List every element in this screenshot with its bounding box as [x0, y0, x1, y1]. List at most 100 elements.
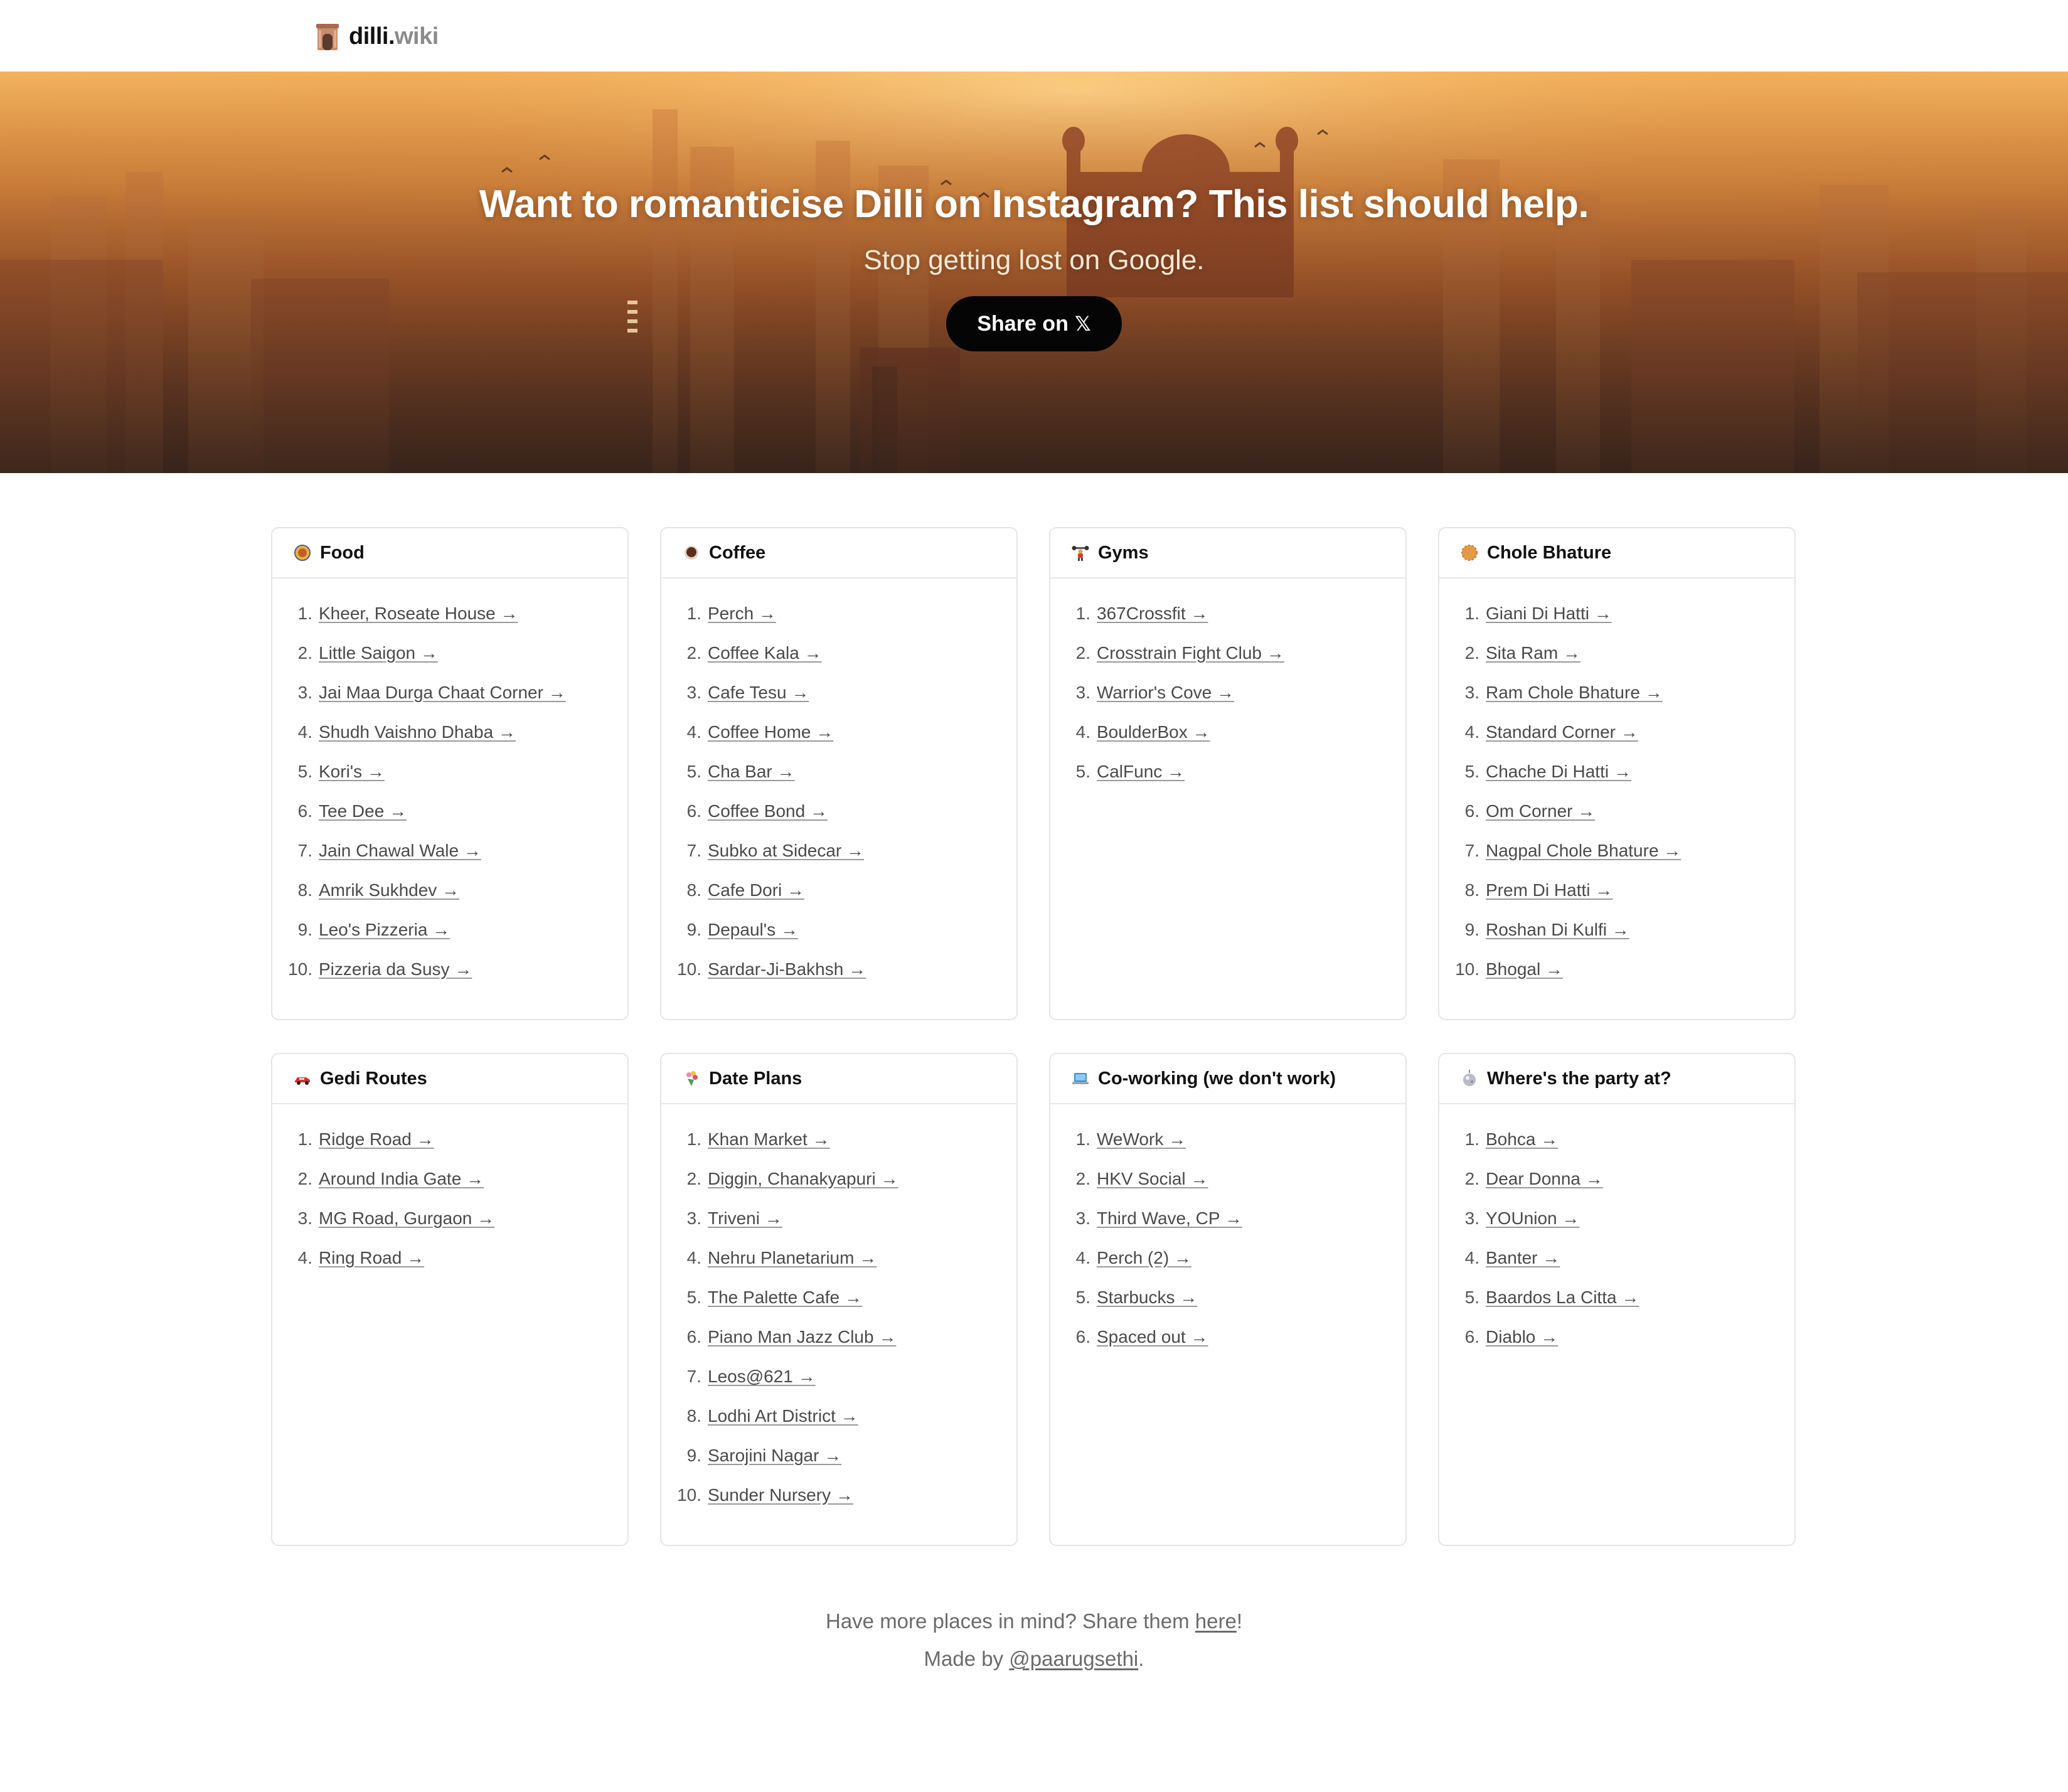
list-item: 3. Cafe Tesu →: [661, 673, 1016, 712]
list-item: 10. Sardar-Ji-Bakhsh →: [661, 949, 1016, 989]
place-link[interactable]: Crosstrain Fight Club →: [1097, 643, 1284, 663]
list-item: 4. Shudh Vaishno Dhaba →: [272, 712, 627, 752]
place-link[interactable]: Coffee Kala →: [708, 643, 822, 663]
list-item: 4. Banter →: [1439, 1238, 1794, 1277]
list-item-number: 4.: [297, 722, 312, 742]
footer-author-link[interactable]: @paarugsethi: [1009, 1647, 1138, 1670]
list-item-number: 1.: [1075, 1129, 1090, 1149]
list-item-number: 8.: [297, 880, 312, 900]
place-link[interactable]: Leos@621 →: [708, 1367, 816, 1387]
place-link[interactable]: Coffee Bond →: [708, 801, 828, 821]
list-item: 2. Diggin, Chanakyapuri →: [661, 1159, 1016, 1198]
place-link[interactable]: Roshan Di Kulfi →: [1486, 920, 1629, 940]
place-link[interactable]: Warrior's Cove →: [1097, 683, 1234, 703]
place-link[interactable]: Third Wave, CP →: [1097, 1208, 1242, 1229]
list-item-number: 1.: [297, 1129, 312, 1149]
place-link[interactable]: MG Road, Gurgaon →: [319, 1208, 494, 1229]
place-link[interactable]: Shudh Vaishno Dhaba →: [319, 722, 516, 742]
card-title: Chole Bhature: [1487, 542, 1612, 563]
place-link[interactable]: Jai Maa Durga Chaat Corner →: [319, 683, 566, 703]
place-link[interactable]: Banter →: [1486, 1248, 1560, 1268]
list-item-number: 8.: [686, 1405, 701, 1426]
place-link[interactable]: Sita Ram →: [1486, 643, 1580, 663]
place-link[interactable]: Nehru Planetarium →: [708, 1248, 877, 1268]
place-link[interactable]: Pizzeria da Susy →: [319, 959, 472, 979]
place-link[interactable]: Giani Di Hatti →: [1486, 604, 1612, 624]
place-link[interactable]: YOUnion →: [1486, 1208, 1579, 1229]
x-logo-icon: 𝕏: [1074, 312, 1091, 336]
place-link[interactable]: Subko at Sidecar →: [708, 841, 864, 861]
place-link[interactable]: Triveni →: [708, 1208, 782, 1229]
place-link[interactable]: Chache Di Hatti →: [1486, 762, 1631, 782]
india-gate-icon: [316, 24, 339, 50]
place-link[interactable]: Ring Road →: [319, 1248, 424, 1268]
category-card-co-working: Co-working (we don't work) 1. WeWork → 2. H…: [1049, 1053, 1407, 1546]
place-link[interactable]: Sarojini Nagar →: [708, 1446, 841, 1466]
list-item-number: 9.: [686, 1445, 701, 1465]
place-link[interactable]: Kori's →: [319, 762, 385, 782]
list-item-number: 4.: [1075, 722, 1090, 742]
card-title: Co-working (we don't work): [1098, 1068, 1336, 1089]
place-link[interactable]: Amrik Sukhdev →: [319, 880, 459, 900]
place-link[interactable]: Cafe Tesu →: [708, 683, 809, 703]
footer: Have more places in mind? Share them her…: [0, 1603, 2068, 1678]
place-link[interactable]: Depaul's →: [708, 920, 798, 940]
footer-share-link[interactable]: here: [1195, 1609, 1237, 1633]
place-link[interactable]: HKV Social →: [1097, 1169, 1208, 1189]
place-link[interactable]: Khan Market →: [708, 1129, 830, 1149]
card-header: Date Plans: [661, 1054, 1016, 1104]
place-link[interactable]: Cha Bar →: [708, 762, 795, 782]
place-link[interactable]: Starbucks →: [1097, 1288, 1197, 1308]
place-link[interactable]: Piano Man Jazz Club →: [708, 1327, 896, 1347]
place-link[interactable]: Tee Dee →: [319, 801, 407, 821]
place-link[interactable]: Om Corner →: [1486, 801, 1595, 821]
place-link[interactable]: Dear Donna →: [1486, 1169, 1603, 1189]
place-link[interactable]: Nagpal Chole Bhature →: [1486, 841, 1681, 861]
list-item-number: 2.: [297, 1168, 312, 1188]
list-item: 1. Ridge Road →: [272, 1119, 627, 1159]
list-item-number: 1.: [297, 603, 312, 623]
place-link[interactable]: Bhogal →: [1486, 959, 1563, 979]
list-item: 6. Tee Dee →: [272, 791, 627, 831]
place-link[interactable]: Sardar-Ji-Bakhsh →: [708, 959, 866, 979]
list-item: 9. Depaul's →: [661, 910, 1016, 949]
place-link[interactable]: Coffee Home →: [708, 722, 833, 742]
place-link[interactable]: CalFunc →: [1097, 762, 1185, 782]
place-link[interactable]: Diablo →: [1486, 1327, 1558, 1347]
list-item: 3. Jai Maa Durga Chaat Corner →: [272, 673, 627, 712]
place-link[interactable]: Spaced out →: [1097, 1327, 1208, 1347]
list-item-number: 6.: [1464, 801, 1479, 821]
list-item-number: 2.: [686, 643, 701, 663]
list-item-number: 10.: [288, 959, 312, 979]
place-link[interactable]: Bohca →: [1486, 1129, 1558, 1149]
category-card-gyms: Gyms 1. 367Crossfit → 2. Crosstrain Fight C…: [1049, 527, 1407, 1020]
place-link[interactable]: Little Saigon →: [319, 643, 438, 663]
place-link[interactable]: Jain Chawal Wale →: [319, 841, 481, 861]
place-link[interactable]: Baardos La Citta →: [1486, 1288, 1639, 1308]
place-link[interactable]: Prem Di Hatti →: [1486, 880, 1612, 900]
place-link[interactable]: Perch →: [708, 604, 776, 624]
list-item: 10. Sunder Nursery →: [661, 1475, 1016, 1515]
place-link[interactable]: Kheer, Roseate House →: [319, 604, 518, 624]
place-link[interactable]: Sunder Nursery →: [708, 1485, 853, 1505]
place-link[interactable]: BoulderBox →: [1097, 722, 1210, 742]
place-link[interactable]: Perch (2) →: [1097, 1248, 1191, 1268]
footer-credit-text: Made by: [924, 1647, 1010, 1670]
place-link[interactable]: Diggin, Chanakyapuri →: [708, 1169, 898, 1189]
list-item: 4. Standard Corner →: [1439, 712, 1794, 752]
place-link[interactable]: Ridge Road →: [319, 1129, 434, 1149]
place-link[interactable]: The Palette Cafe →: [708, 1288, 862, 1308]
place-link[interactable]: Lodhi Art District →: [708, 1406, 858, 1426]
place-link[interactable]: Standard Corner →: [1486, 722, 1638, 742]
share-on-x-button[interactable]: Share on 𝕏: [946, 296, 1122, 351]
place-link[interactable]: 367Crossfit →: [1097, 604, 1208, 624]
place-link[interactable]: Around India Gate →: [319, 1169, 484, 1189]
place-link[interactable]: Cafe Dori →: [708, 880, 804, 900]
place-link[interactable]: Leo's Pizzeria →: [319, 920, 450, 940]
brand-logo-link[interactable]: dilli.wiki: [315, 19, 439, 54]
list-item-number: 4.: [1075, 1247, 1090, 1267]
place-link[interactable]: WeWork →: [1097, 1129, 1186, 1149]
card-list: 1. Giani Di Hatti → 2. Sita Ram → 3. Ram Chol…: [1439, 579, 1794, 989]
place-link[interactable]: Ram Chole Bhature →: [1486, 683, 1663, 703]
list-item-number: 5.: [1075, 1287, 1090, 1307]
